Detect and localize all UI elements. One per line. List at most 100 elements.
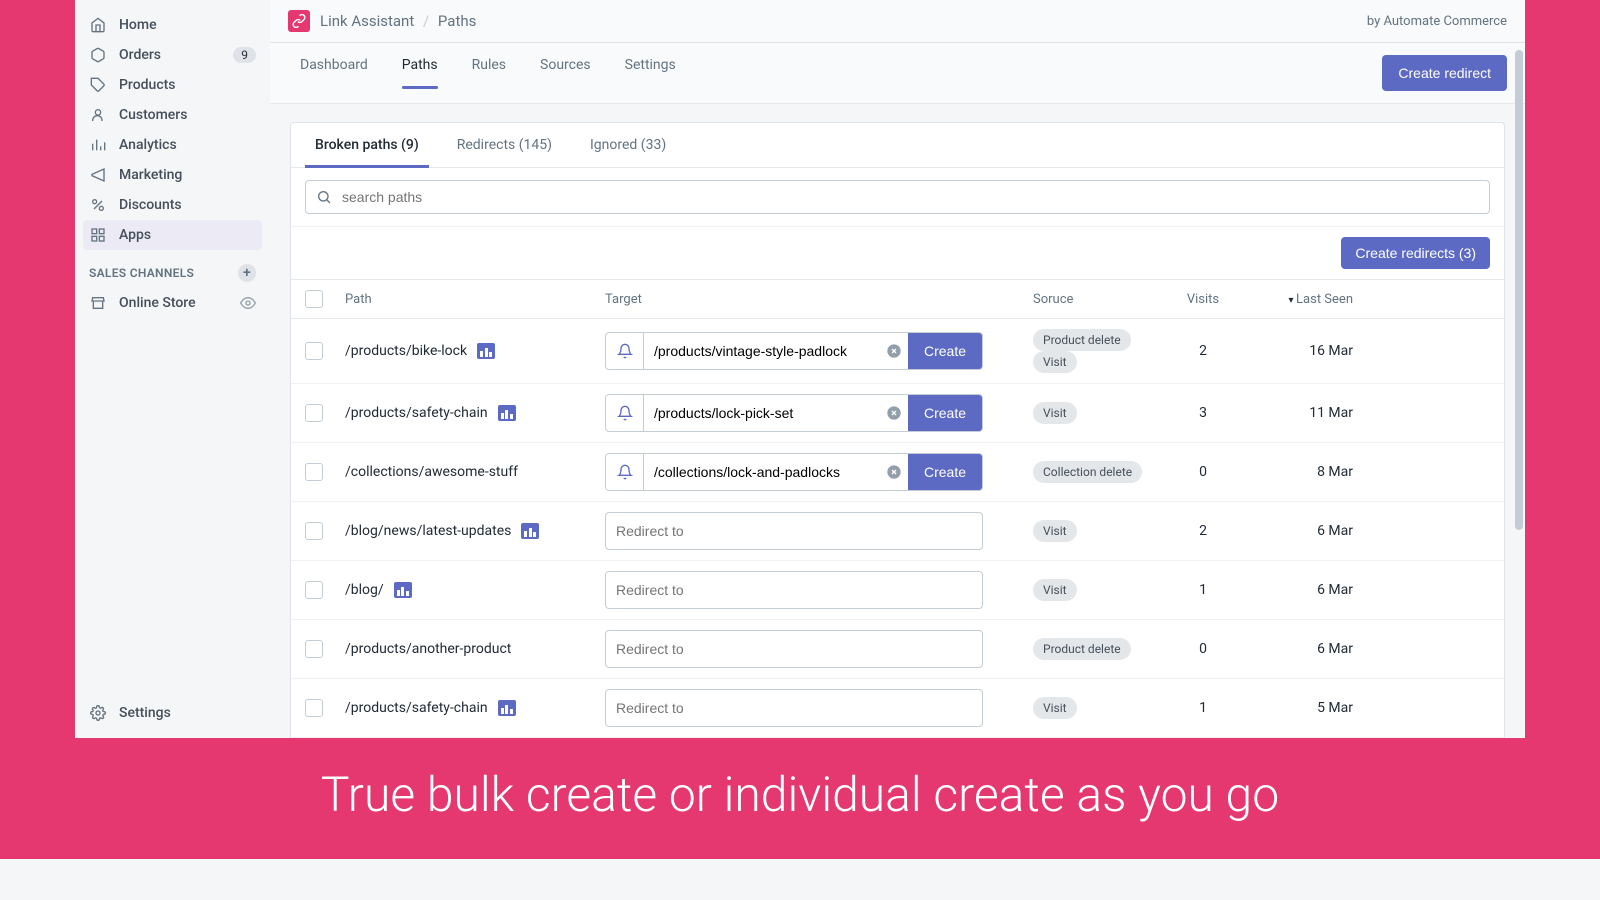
- create-redirect-button[interactable]: Create redirect: [1382, 55, 1507, 91]
- target-input[interactable]: [605, 512, 983, 550]
- target-input-group: Create: [605, 332, 983, 370]
- target-input[interactable]: [644, 333, 880, 369]
- table-row: /products/safety-chainVisit15 Mar: [291, 679, 1504, 738]
- search-input[interactable]: [342, 189, 1479, 205]
- nav-item-analytics[interactable]: Analytics: [75, 130, 270, 160]
- nav-item-discounts[interactable]: Discounts: [75, 190, 270, 220]
- apps-icon: [89, 226, 107, 244]
- path-text: /collections/awesome-stuff: [345, 464, 518, 480]
- col-path: Path: [345, 292, 605, 307]
- col-last-seen[interactable]: Last Seen: [1233, 292, 1353, 307]
- channel-label: Online Store: [119, 295, 228, 311]
- create-button[interactable]: Create: [908, 333, 982, 369]
- byline: by Automate Commerce: [1367, 14, 1507, 29]
- clear-icon[interactable]: [880, 395, 908, 431]
- nav-item-apps[interactable]: Apps: [83, 220, 262, 250]
- nav-item-home[interactable]: Home: [75, 10, 270, 40]
- path-tab-2[interactable]: Ignored (33): [580, 123, 676, 167]
- nav-label: Home: [119, 17, 256, 33]
- chart-icon[interactable]: [498, 405, 516, 421]
- eye-icon[interactable]: [240, 295, 256, 311]
- settings-nav[interactable]: Settings: [75, 698, 270, 728]
- source-tag: Visit: [1033, 402, 1077, 424]
- clear-icon[interactable]: [880, 333, 908, 369]
- nav-label: Discounts: [119, 197, 256, 213]
- caption: True bulk create or individual create as…: [0, 738, 1600, 859]
- row-checkbox[interactable]: [305, 699, 323, 717]
- chart-icon[interactable]: [394, 582, 412, 598]
- row-checkbox[interactable]: [305, 581, 323, 599]
- path-tab-0[interactable]: Broken paths (9): [305, 123, 429, 167]
- add-channel-button[interactable]: +: [238, 264, 256, 282]
- table-row: /products/bike-lockCreateProduct deleteV…: [291, 319, 1504, 384]
- source-tag: Visit: [1033, 697, 1077, 719]
- nav-item-orders[interactable]: Orders9: [75, 40, 270, 70]
- gear-icon: [89, 704, 107, 722]
- col-target: Target: [605, 292, 1003, 307]
- table-row: /products/safety-chainCreateVisit311 Mar: [291, 384, 1504, 443]
- channel-online-store[interactable]: Online Store: [75, 288, 270, 318]
- subnav-tab-sources[interactable]: Sources: [528, 43, 603, 103]
- chart-icon[interactable]: [498, 700, 516, 716]
- nav-label: Orders: [119, 47, 221, 63]
- row-checkbox[interactable]: [305, 463, 323, 481]
- nav-label: Marketing: [119, 167, 256, 183]
- orders-icon: [89, 46, 107, 64]
- target-input-group: Create: [605, 394, 983, 432]
- source-tag: Collection delete: [1033, 461, 1142, 483]
- clear-icon[interactable]: [880, 454, 908, 490]
- path-text: /blog/: [345, 582, 384, 598]
- chart-icon[interactable]: [477, 343, 495, 359]
- select-all-checkbox[interactable]: [305, 290, 323, 308]
- nav-item-products[interactable]: Products: [75, 70, 270, 100]
- discounts-icon: [89, 196, 107, 214]
- visits-value: 0: [1173, 464, 1233, 480]
- create-button[interactable]: Create: [908, 454, 982, 490]
- last-seen-value: 8 Mar: [1233, 464, 1353, 480]
- nav-label: Analytics: [119, 137, 256, 153]
- last-seen-value: 6 Mar: [1233, 523, 1353, 539]
- row-checkbox[interactable]: [305, 522, 323, 540]
- subnav-tab-settings[interactable]: Settings: [613, 43, 688, 103]
- table-header: Path Target Soruce Visits Last Seen: [291, 279, 1504, 319]
- nav-item-customers[interactable]: Customers: [75, 100, 270, 130]
- create-button[interactable]: Create: [908, 395, 982, 431]
- breadcrumb: Link Assistant / Paths: [320, 12, 476, 30]
- target-input[interactable]: [605, 689, 983, 727]
- target-input[interactable]: [644, 454, 880, 490]
- home-icon: [89, 16, 107, 34]
- search-icon: [316, 189, 332, 205]
- row-checkbox[interactable]: [305, 640, 323, 658]
- bell-icon[interactable]: [606, 395, 644, 431]
- app-name[interactable]: Link Assistant: [320, 12, 414, 30]
- search-box[interactable]: [305, 180, 1490, 214]
- source-tag: Visit: [1033, 520, 1077, 542]
- subnav-tab-dashboard[interactable]: Dashboard: [288, 43, 380, 103]
- target-input[interactable]: [644, 395, 880, 431]
- visits-value: 2: [1173, 523, 1233, 539]
- app-logo-icon: [288, 10, 310, 32]
- table-row: /blog/news/latest-updates Visit 26 Mar: [291, 502, 1504, 561]
- target-input[interactable]: [605, 630, 983, 668]
- bell-icon[interactable]: [606, 454, 644, 490]
- chart-icon[interactable]: [521, 523, 539, 539]
- last-seen-value: 6 Mar: [1233, 582, 1353, 598]
- path-tab-1[interactable]: Redirects (145): [447, 123, 562, 167]
- last-seen-value: 16 Mar: [1233, 343, 1353, 359]
- source-tag: Product delete: [1033, 329, 1131, 351]
- subnav-tab-paths[interactable]: Paths: [390, 43, 450, 103]
- path-text: /blog/news/latest-updates: [345, 523, 511, 539]
- scrollbar[interactable]: [1515, 50, 1523, 728]
- analytics-icon: [89, 136, 107, 154]
- target-input[interactable]: [605, 571, 983, 609]
- subnav-tab-rules[interactable]: Rules: [460, 43, 518, 103]
- source-tag: Visit: [1033, 351, 1077, 373]
- row-checkbox[interactable]: [305, 342, 323, 360]
- top-bar: Link Assistant / Paths by Automate Comme…: [270, 0, 1525, 43]
- create-redirects-bulk-button[interactable]: Create redirects (3): [1341, 237, 1490, 269]
- col-visits: Visits: [1173, 292, 1233, 307]
- nav-item-marketing[interactable]: Marketing: [75, 160, 270, 190]
- last-seen-value: 5 Mar: [1233, 700, 1353, 716]
- row-checkbox[interactable]: [305, 404, 323, 422]
- bell-icon[interactable]: [606, 333, 644, 369]
